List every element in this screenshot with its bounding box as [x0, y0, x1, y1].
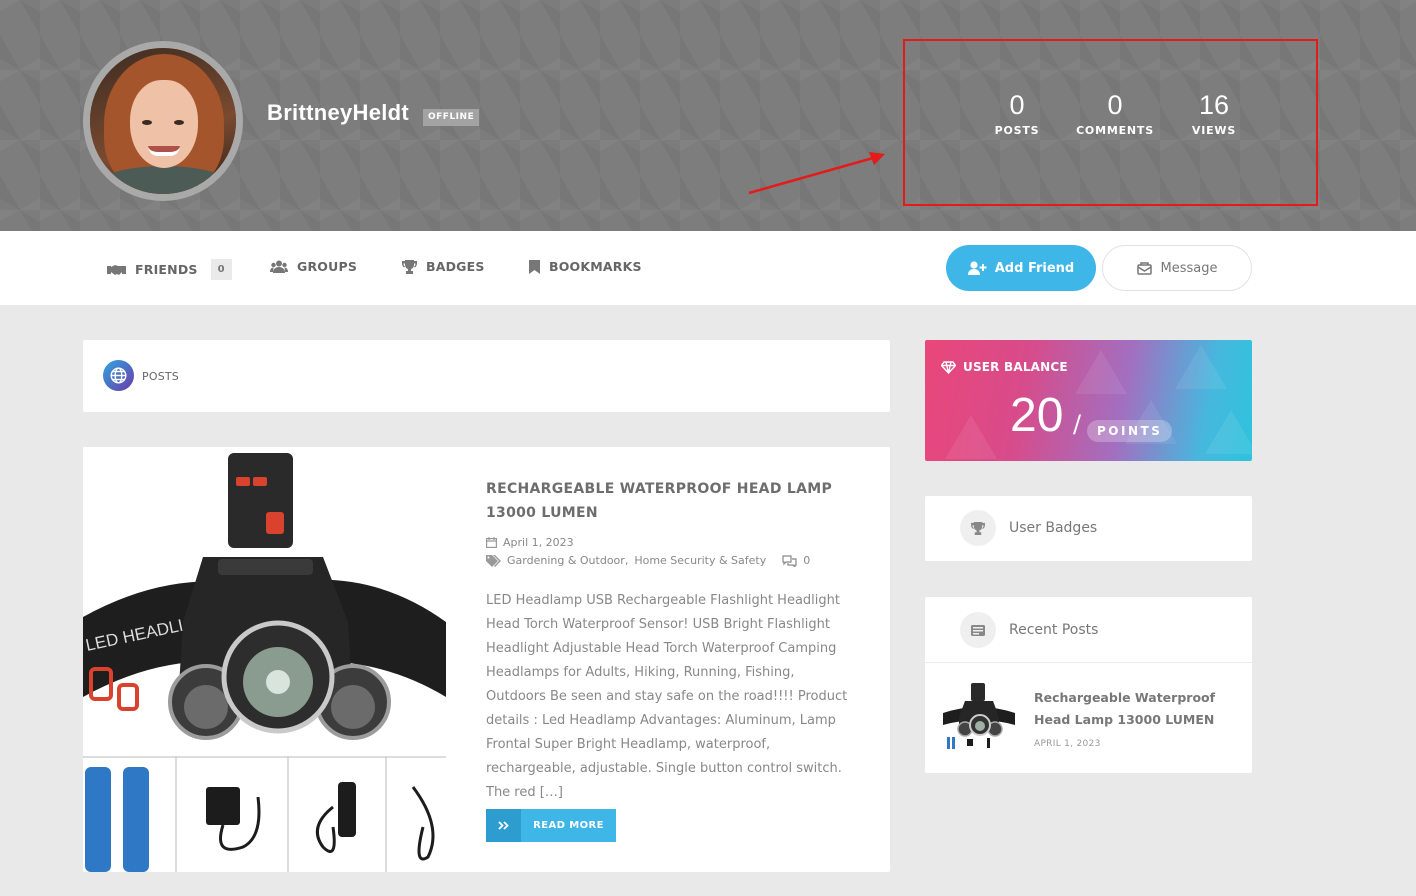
recent-posts-header: Recent Posts	[960, 612, 1098, 648]
post-card: LED HEADLIGHT RECHARGEABLE WATERPROOF HE…	[83, 447, 890, 872]
profile-username: BrittneyHeldt	[267, 100, 410, 125]
tab-bookmarks[interactable]: BOOKMARKS	[529, 259, 642, 274]
stat-posts: 0 POSTS	[991, 90, 1043, 137]
handshake-icon	[107, 264, 126, 275]
annotation-arrow-icon	[748, 152, 885, 195]
recent-posts-divider	[925, 662, 1252, 663]
user-balance-header: USER BALANCE	[941, 360, 1068, 374]
recent-post-date: APRIL 1, 2023	[1034, 739, 1101, 749]
diamond-icon	[941, 360, 956, 374]
user-balance-title: USER BALANCE	[963, 360, 1068, 374]
add-friend-label: Add Friend	[994, 260, 1075, 276]
post-category-security[interactable]: Home Security & Safety	[634, 554, 766, 567]
comments-icon	[782, 554, 797, 567]
user-balance-separator: /	[1073, 410, 1082, 438]
post-title[interactable]: RECHARGEABLE WATERPROOF HEAD LAMP 13000 …	[486, 477, 856, 525]
recent-post-thumbnail[interactable]	[943, 681, 1015, 751]
stat-comments: 0 COMMENTS	[1075, 90, 1155, 137]
stat-views-label: VIEWS	[1191, 124, 1237, 137]
double-chevron-icon	[486, 809, 521, 842]
trophy-icon	[960, 510, 996, 546]
user-balance-value: 20	[1010, 389, 1064, 442]
status-badge: OFFLINE	[423, 109, 480, 126]
tab-badges[interactable]: BADGES	[402, 259, 485, 274]
message-label: Message	[1160, 260, 1218, 276]
friends-count-badge: 0	[210, 259, 232, 280]
post-date-row: April 1, 2023	[486, 536, 574, 549]
tags-icon	[486, 554, 501, 567]
stat-posts-label: POSTS	[994, 124, 1040, 137]
users-icon	[270, 260, 288, 273]
stat-views-value: 16	[1198, 90, 1230, 120]
stat-posts-value: 0	[1009, 90, 1025, 120]
post-category-separator: ,	[624, 554, 629, 567]
tab-badges-label: BADGES	[426, 259, 485, 274]
tab-groups[interactable]: GROUPS	[270, 259, 357, 274]
user-badges-header: User Badges	[960, 510, 1097, 546]
envelope-icon	[1136, 261, 1152, 275]
posts-section-title: POSTS	[142, 370, 179, 383]
post-featured-image[interactable]: LED HEADLIGHT	[83, 447, 446, 872]
tab-friends-label: FRIENDS	[135, 262, 198, 277]
stat-comments-label: COMMENTS	[1076, 124, 1154, 137]
add-friend-button[interactable]: Add Friend	[946, 245, 1096, 291]
recent-posts-title: Recent Posts	[1009, 622, 1099, 638]
post-category-gardening[interactable]: Gardening & Outdoor	[507, 554, 625, 567]
posts-section-header: POSTS	[83, 340, 890, 412]
bookmark-icon	[529, 259, 540, 274]
recent-posts-widget: Recent Posts Rechargeable Waterproof Hea…	[925, 597, 1252, 773]
tab-groups-label: GROUPS	[297, 259, 358, 274]
user-badges-widget: User Badges	[925, 496, 1252, 561]
user-balance-unit: POINTS	[1087, 420, 1173, 442]
user-plus-icon	[967, 261, 987, 275]
user-badges-title: User Badges	[1009, 520, 1098, 536]
calendar-icon	[486, 537, 497, 548]
post-comment-count: 0	[803, 554, 811, 567]
stat-views: 16 VIEWS	[1188, 90, 1240, 137]
list-icon	[960, 612, 996, 648]
post-excerpt: LED Headlamp USB Rechargeable Flashlight…	[486, 593, 848, 800]
globe-icon	[103, 360, 134, 391]
recent-post-title[interactable]: Rechargeable Waterproof Head Lamp 13000 …	[1034, 687, 1239, 731]
avatar[interactable]	[83, 41, 243, 201]
post-date: April 1, 2023	[503, 536, 574, 549]
stat-comments-value: 0	[1107, 90, 1123, 120]
post-categories-row: Gardening & Outdoor, Home Security & Saf…	[486, 554, 810, 567]
user-balance-widget: USER BALANCE 20 / POINTS	[925, 340, 1252, 461]
read-more-label: READ MORE	[533, 820, 604, 831]
message-button[interactable]: Message	[1102, 245, 1252, 291]
tab-bookmarks-label: BOOKMARKS	[549, 259, 642, 274]
read-more-button[interactable]: READ MORE	[486, 809, 616, 842]
tab-friends[interactable]: FRIENDS 0	[107, 259, 232, 280]
trophy-icon	[402, 259, 417, 274]
